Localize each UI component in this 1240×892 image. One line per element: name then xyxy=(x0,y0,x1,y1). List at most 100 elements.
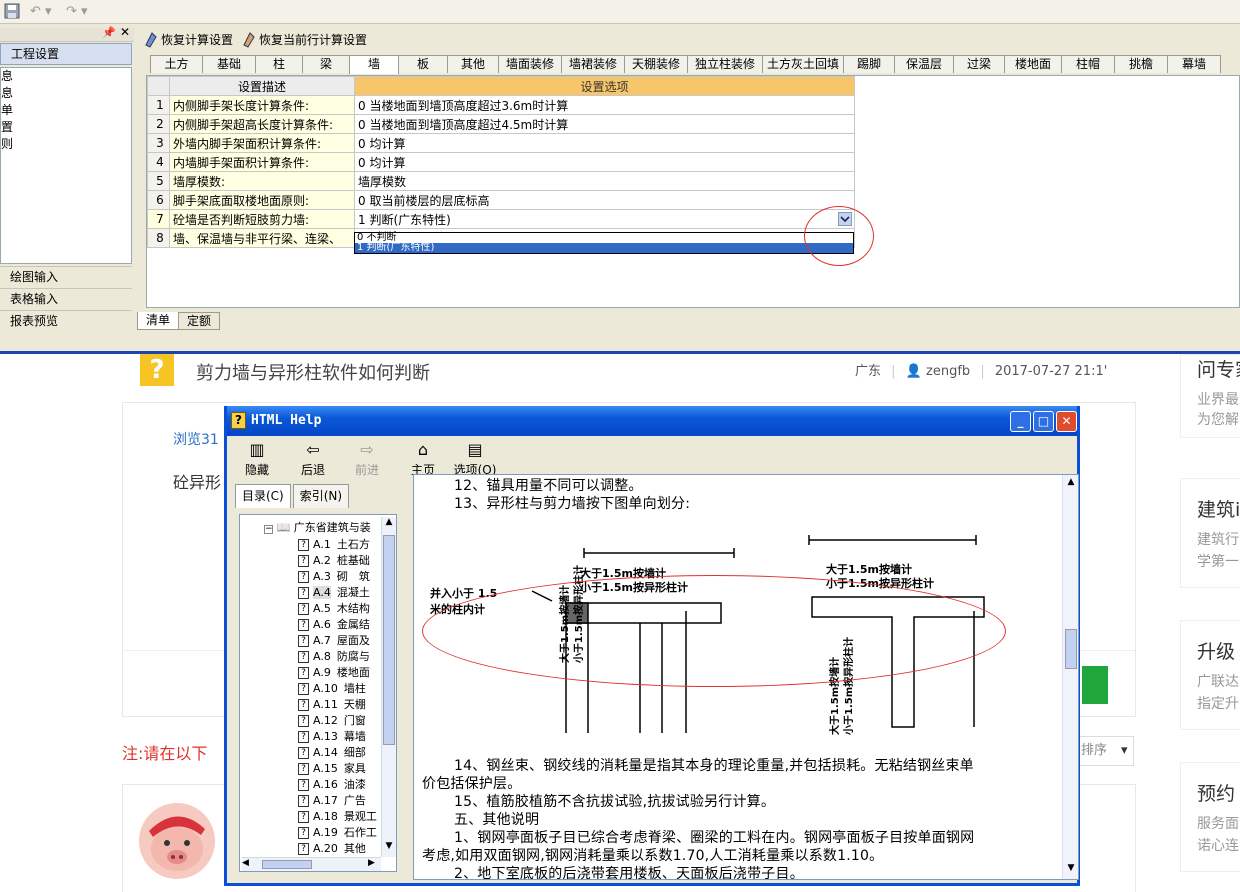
close-button[interactable]: ✕ xyxy=(1056,411,1077,432)
tab-earthwork[interactable]: 土方 xyxy=(150,55,203,73)
scroll-up-icon[interactable]: ▲ xyxy=(1064,477,1078,491)
table-row[interactable]: 1 内侧脚手架长度计算条件: 0 当楼地面到墙顶高度超过3.6m时计算 xyxy=(147,95,855,115)
tree-item[interactable]: ? A.8 防腐与 xyxy=(298,649,370,665)
tab-bill[interactable]: 清单 xyxy=(137,312,180,330)
help-titlebar[interactable]: ? HTML Help _ □ ✕ xyxy=(227,406,1077,436)
tree-root[interactable]: − 📖 广东省建筑与装 xyxy=(264,519,371,535)
back-button[interactable]: ⇦ 后退 xyxy=(291,440,335,480)
table-row[interactable]: 6 脚手架底面取楼地面原则: 0 取当前楼层的层底标高 xyxy=(147,190,855,210)
tree-item[interactable]: ? A.15 家具 xyxy=(298,761,366,777)
row-option[interactable]: 0 均计算 xyxy=(354,133,855,153)
scrollbar-thumb[interactable] xyxy=(383,535,395,745)
tab-slab[interactable]: 板 xyxy=(398,55,448,73)
table-row[interactable]: 5 墙厚模数: 墙厚模数 xyxy=(147,171,855,191)
tree-item[interactable]: ? A.19 石作工 xyxy=(298,825,377,841)
nav-report-preview[interactable]: 报表预览 xyxy=(0,310,132,331)
tab-beam[interactable]: 梁 xyxy=(302,55,350,73)
row-option-dropdown[interactable]: 1 判断(广东特性) xyxy=(354,209,855,229)
list-item[interactable]: 单 xyxy=(1,102,131,119)
tree-item[interactable]: ? A.3 砌 筑 xyxy=(298,569,370,585)
tree-item[interactable]: ? A.10 墙柱 xyxy=(298,681,366,697)
tree-item[interactable]: ? A.20 其他 xyxy=(298,841,366,857)
tab-index[interactable]: 索引(N) xyxy=(292,484,350,508)
tab-foundation[interactable]: 基础 xyxy=(202,55,256,73)
tree-item[interactable]: ? A.7 屋面及 xyxy=(298,633,370,649)
tab-other[interactable]: 其他 xyxy=(447,55,499,73)
row-option[interactable]: 墙厚模数 xyxy=(354,171,855,191)
tree-item[interactable]: ? A.9 楼地面 xyxy=(298,665,370,681)
row-option[interactable]: 0 取当前楼层的层底标高 xyxy=(354,190,855,210)
list-item[interactable]: 息 xyxy=(1,68,131,85)
tab-insulation[interactable]: 保温层 xyxy=(894,55,954,73)
tree-item[interactable]: ? A.6 金属结 xyxy=(298,617,370,633)
dropdown-option-selected[interactable]: 1 判断(广东特性) xyxy=(355,243,853,253)
action-button[interactable] xyxy=(1082,666,1108,704)
row-option[interactable]: 0 均计算 xyxy=(354,152,855,172)
tab-curtain-wall[interactable]: 幕墙 xyxy=(1167,55,1221,73)
tree-vertical-scrollbar[interactable]: ▲ ▼ xyxy=(381,517,396,857)
tab-eaves[interactable]: 挑檐 xyxy=(1114,55,1168,73)
tab-ceiling-finish[interactable]: 天棚装修 xyxy=(624,55,688,73)
nav-drawing-input[interactable]: 绘图输入 xyxy=(0,266,132,287)
tab-column[interactable]: 柱 xyxy=(255,55,303,73)
content-vertical-scrollbar[interactable]: ▲ ▼ xyxy=(1062,475,1078,879)
list-item[interactable]: 息 xyxy=(1,85,131,102)
forward-button[interactable]: ⇨ 前进 xyxy=(345,440,389,480)
save-icon[interactable] xyxy=(4,3,20,21)
tree-item[interactable]: ? A.12 门窗 xyxy=(298,713,366,729)
table-row[interactable]: 4 内墙脚手架面积计算条件: 0 均计算 xyxy=(147,152,855,172)
tab-quota[interactable]: 定额 xyxy=(178,312,221,330)
collapse-icon[interactable]: − xyxy=(264,525,273,534)
sidebar-card-build[interactable]: 建筑i 建筑行 学第一 xyxy=(1180,478,1240,588)
restore-row-settings-button[interactable]: 恢复当前行计算设置 xyxy=(239,30,367,50)
avatar[interactable] xyxy=(139,803,215,879)
tree-item[interactable]: ? A.2 桩基础 xyxy=(298,553,370,569)
tree-item[interactable]: ? A.18 景观工 xyxy=(298,809,377,825)
table-row[interactable]: 7 砼墙是否判断短肢剪力墙: 1 判断(广东特性) xyxy=(147,209,855,229)
tab-skirting[interactable]: 踢脚 xyxy=(843,55,895,73)
list-item[interactable]: 置 xyxy=(1,119,131,136)
meta-region[interactable]: 广东 xyxy=(855,364,881,379)
scroll-down-icon[interactable]: ▼ xyxy=(382,841,396,855)
hide-button[interactable]: ▥ 隐藏 xyxy=(235,440,279,480)
pin-icon[interactable]: 📌 xyxy=(102,26,116,39)
undo-icon[interactable]: ↶ ▾ xyxy=(30,3,58,21)
redo-icon[interactable]: ↷ ▾ xyxy=(66,3,94,21)
tree-item[interactable]: ? A.4 混凝土 xyxy=(298,585,370,601)
scroll-down-icon[interactable]: ▼ xyxy=(1064,863,1078,877)
row-option[interactable]: 0 当楼地面到墙顶高度超过4.5m时计算 xyxy=(354,114,855,134)
scroll-left-icon[interactable]: ◀ xyxy=(242,858,249,868)
row-option[interactable]: 0 当楼地面到墙顶高度超过3.6m时计算 xyxy=(354,95,855,115)
nav-table-input[interactable]: 表格输入 xyxy=(0,288,132,309)
scroll-up-icon[interactable]: ▲ xyxy=(382,517,396,531)
sidebar-card-expert[interactable]: 问专家 业界最 为您解 xyxy=(1180,354,1240,438)
tree-item[interactable]: ? A.13 幕墙 xyxy=(298,729,366,745)
meta-user[interactable]: zengfb xyxy=(926,364,970,379)
tab-wall[interactable]: 墙 xyxy=(349,55,399,74)
tree-item[interactable]: ? A.1 土石方 xyxy=(298,537,370,553)
sidebar-card-appointment[interactable]: 预约 服务面 诺心连 xyxy=(1180,762,1240,872)
tab-contents[interactable]: 目录(C) xyxy=(235,484,291,508)
tree-horizontal-scrollbar[interactable]: ◀ ▶ xyxy=(242,857,381,871)
tab-lintel[interactable]: 过梁 xyxy=(953,55,1005,73)
tab-column-cap[interactable]: 柱帽 xyxy=(1061,55,1115,73)
tab-lime-soil-backfill[interactable]: 土方灰土回填 xyxy=(762,55,844,73)
tab-column-finish[interactable]: 独立柱装修 xyxy=(687,55,763,73)
tree-item[interactable]: ? A.17 广告 xyxy=(298,793,366,809)
restore-calc-settings-button[interactable]: 恢复计算设置 xyxy=(141,30,233,50)
tree-item[interactable]: ? A.11 天棚 xyxy=(298,697,366,713)
project-settings-tab[interactable]: 工程设置 xyxy=(0,43,132,65)
scroll-right-icon[interactable]: ▶ xyxy=(368,858,375,868)
list-item[interactable]: 则 xyxy=(1,136,131,153)
tab-dado-finish[interactable]: 墙裙装修 xyxy=(561,55,625,73)
maximize-button[interactable]: □ xyxy=(1033,411,1054,432)
tree-item[interactable]: ? A.5 木结构 xyxy=(298,601,370,617)
table-row[interactable]: 2 内侧脚手架超高长度计算条件: 0 当楼地面到墙顶高度超过4.5m时计算 xyxy=(147,114,855,134)
table-row[interactable]: 3 外墙内脚手架面积计算条件: 0 均计算 xyxy=(147,133,855,153)
minimize-button[interactable]: _ xyxy=(1010,411,1031,432)
scrollbar-thumb[interactable] xyxy=(1065,629,1077,669)
close-icon[interactable]: ✕ xyxy=(120,25,130,39)
scrollbar-thumb[interactable] xyxy=(262,860,312,869)
tree-item[interactable]: ? A.16 油漆 xyxy=(298,777,366,793)
tab-floor[interactable]: 楼地面 xyxy=(1004,55,1062,73)
